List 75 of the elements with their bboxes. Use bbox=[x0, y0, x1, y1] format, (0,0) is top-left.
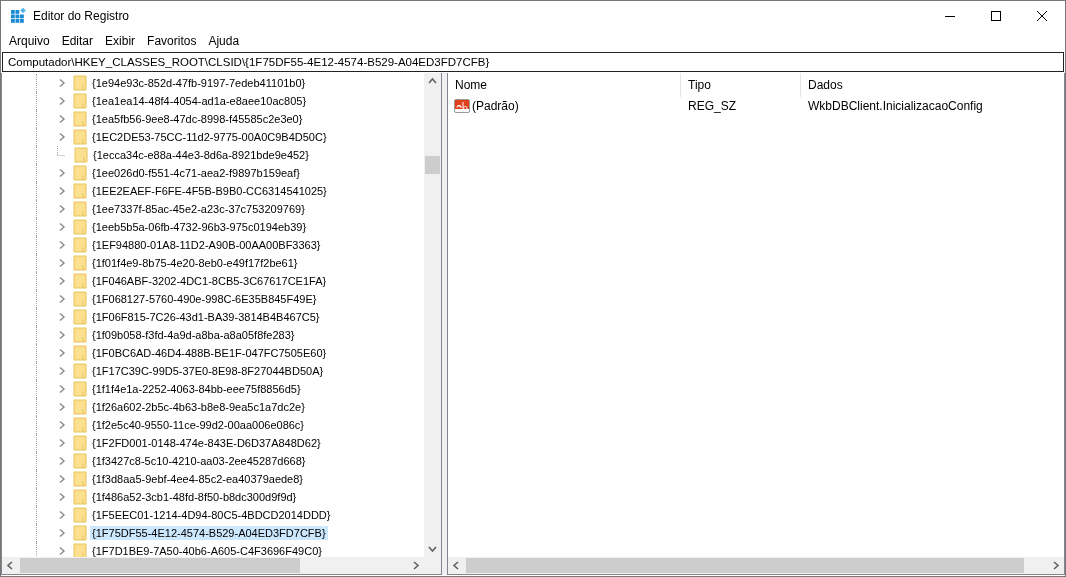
scrollbar-thumb[interactable] bbox=[466, 558, 1024, 573]
folder-icon bbox=[73, 453, 87, 469]
folder-icon bbox=[73, 201, 87, 217]
tree-item[interactable]: {1F17C39C-99D5-37E0-8E98-8F27044BD50A} bbox=[90, 364, 326, 378]
folder-icon bbox=[73, 327, 87, 343]
folder-icon bbox=[73, 75, 87, 91]
scrollbar-thumb[interactable] bbox=[425, 156, 440, 174]
folder-icon bbox=[73, 93, 87, 109]
minimize-icon bbox=[945, 15, 955, 17]
tree-item[interactable]: {1e94e93c-852d-47fb-9197-7edeb41101b0} bbox=[90, 76, 308, 90]
folder-icon bbox=[73, 129, 87, 145]
folder-icon bbox=[73, 345, 87, 361]
scrollbar-thumb[interactable] bbox=[20, 558, 300, 573]
tree-item[interactable]: {1ee7337f-85ac-45e2-a23c-37c753209769} bbox=[90, 202, 307, 216]
column-header[interactable]: Tipo bbox=[681, 73, 801, 97]
tree-item[interactable]: {1f1f4e1a-2252-4063-84bb-eee75f8856d5} bbox=[90, 382, 303, 396]
folder-icon bbox=[73, 543, 87, 557]
tree-item[interactable]: {1F068127-5760-490e-998C-6E35B845F49E} bbox=[90, 292, 319, 306]
folder-icon bbox=[73, 111, 87, 127]
folder-icon bbox=[73, 363, 87, 379]
tree-item[interactable]: {1F2FD001-0148-474e-843E-D6D37A848D62} bbox=[90, 436, 323, 450]
folder-icon bbox=[73, 291, 87, 307]
window-title: Editor do Registro bbox=[33, 9, 131, 23]
folder-icon bbox=[73, 399, 87, 415]
folder-icon bbox=[73, 183, 87, 199]
folder-icon bbox=[73, 471, 87, 487]
tree-item[interactable]: {1F5EEC01-1214-4D94-80C5-4BDCD2014DDD} bbox=[90, 508, 333, 522]
folder-icon bbox=[73, 507, 87, 523]
folder-icon bbox=[73, 255, 87, 271]
menu-item[interactable]: Editar bbox=[55, 34, 100, 48]
tree-item[interactable]: {1EE2EAEF-F6FE-4F5B-B9B0-CC6314541025} bbox=[90, 184, 329, 198]
value-data: WkbDBClient.InicializacaoConfig bbox=[807, 99, 984, 113]
tree-item[interactable]: {1F75DF55-4E12-4574-B529-A04ED3FD7CFB} bbox=[90, 526, 328, 540]
tree-item[interactable]: {1F046ABF-3202-4DC1-8CB5-3C67617CE1FA} bbox=[90, 274, 329, 288]
folder-icon bbox=[74, 147, 88, 163]
menu-item[interactable]: Exibir bbox=[99, 34, 142, 48]
folder-icon bbox=[73, 309, 87, 325]
folder-icon bbox=[73, 237, 87, 253]
tree-item[interactable]: {1f3427c8-5c10-4210-aa03-2ee45287d668} bbox=[90, 454, 308, 468]
tree-item[interactable]: {1ea1ea14-48f4-4054-ad1a-e8aee10ac805} bbox=[90, 94, 309, 108]
tree-item[interactable]: {1f26a602-2b5c-4b63-b8e8-9ea5c1a7dc2e} bbox=[90, 400, 307, 414]
tree-item[interactable]: {1f486a52-3cb1-48fd-8f50-b8dc300d9f9d} bbox=[90, 490, 299, 504]
tree-item[interactable]: {1ecca34c-e88a-44e3-8d6a-8921bde9e452} bbox=[91, 148, 311, 162]
tree-item[interactable]: {1f2e5c40-9550-11ce-99d2-00aa006e086c} bbox=[90, 418, 307, 432]
value-name: (Padrão) bbox=[472, 99, 519, 113]
tree-item[interactable]: {1eeb5b5a-06fb-4732-96b3-975c0194eb39} bbox=[90, 220, 309, 234]
tree-item[interactable]: {1f09b058-f3fd-4a9d-a8ba-a8a05f8fe283} bbox=[90, 328, 297, 342]
tree-item[interactable]: {1F06F815-7C26-43d1-BA39-3814B4B467C5} bbox=[90, 310, 322, 324]
tree-item[interactable]: {1EC2DE53-75CC-11d2-9775-00A0C9B4D50C} bbox=[90, 130, 329, 144]
folder-icon bbox=[73, 489, 87, 505]
folder-icon bbox=[73, 525, 87, 541]
folder-icon bbox=[73, 417, 87, 433]
tree-item[interactable]: {1EF94880-01A8-11D2-A90B-00AA00BF3363} bbox=[90, 238, 323, 252]
tree-item[interactable]: {1f01f4e9-8b75-4e20-8eb0-e49f17f2be61} bbox=[90, 256, 300, 270]
string-value-icon bbox=[454, 99, 470, 113]
folder-icon bbox=[73, 435, 87, 451]
menu-item[interactable]: Ajuda bbox=[202, 34, 246, 48]
column-header[interactable]: Dados bbox=[801, 73, 1064, 97]
tree-item[interactable]: {1f3d8aa5-9ebf-4ee4-85c2-ea40379aede8} bbox=[90, 472, 306, 486]
folder-icon bbox=[73, 165, 87, 181]
close-icon bbox=[1037, 11, 1047, 21]
menu-item[interactable]: Favoritos bbox=[141, 34, 203, 48]
folder-icon bbox=[73, 219, 87, 235]
maximize-icon bbox=[991, 11, 1001, 21]
tree-item[interactable]: {1ee026d0-f551-4c71-aea2-f9897b159eaf} bbox=[90, 166, 302, 180]
menu-item[interactable]: Arquivo bbox=[3, 34, 56, 48]
registry-app-icon bbox=[10, 8, 26, 24]
address-field[interactable]: Computador\HKEY_CLASSES_ROOT\CLSID\{1F75DF55-4E12-4574-B529-A04ED3FD7CFB} bbox=[2, 52, 1064, 72]
folder-icon bbox=[73, 381, 87, 397]
column-header[interactable]: Nome bbox=[448, 73, 681, 97]
value-type: REG_SZ bbox=[687, 99, 737, 113]
tree-item[interactable]: {1F0BC6AD-46D4-488B-BE1F-047FC7505E60} bbox=[90, 346, 329, 360]
folder-icon bbox=[73, 273, 87, 289]
tree-item[interactable]: {1ea5fb56-9ee8-47dc-8998-f45585c2e3e0} bbox=[90, 112, 305, 126]
tree-item[interactable]: {1F7D1BE9-7A50-40b6-A605-C4F3696F49C0} bbox=[90, 544, 324, 557]
